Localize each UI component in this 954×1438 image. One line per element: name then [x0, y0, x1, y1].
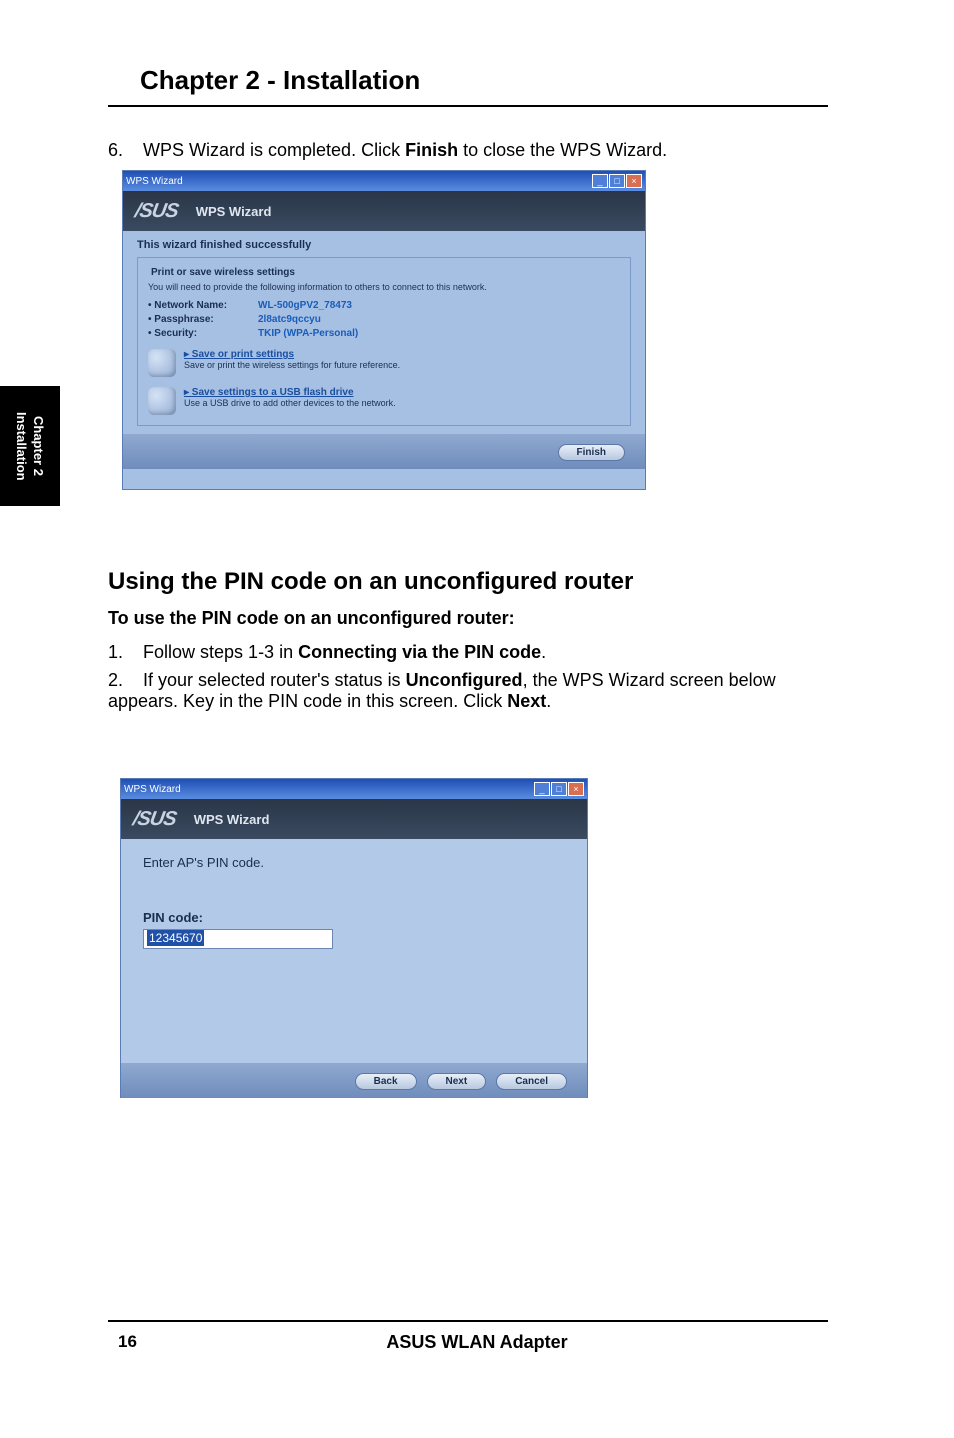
cancel-button[interactable]: Cancel — [496, 1073, 567, 1090]
next-button[interactable]: Next — [427, 1073, 487, 1090]
step-1: 1. Follow steps 1-3 in Connecting via th… — [108, 642, 824, 663]
network-name-value: WL-500gPV2_78473 — [258, 300, 352, 311]
step-1-num: 1. — [108, 642, 138, 663]
step-2-post: . — [546, 691, 551, 711]
step-6-bold: Finish — [405, 140, 458, 160]
pin-code-label: PIN code: — [143, 910, 565, 925]
step-1-pre: Follow steps 1-3 in — [143, 642, 298, 662]
print-icon — [148, 349, 176, 377]
button-row-2: Back Next Cancel — [121, 1063, 587, 1098]
step-6-num: 6. — [108, 140, 138, 161]
passphrase-row: • Passphrase: 2l8atc9qccyu — [148, 314, 620, 325]
window-titlebar-2: WPS Wizard _ □ × — [121, 779, 587, 799]
save-usb-option: ▸ Save settings to a USB flash drive Use… — [148, 387, 620, 415]
step-1-post: . — [541, 642, 546, 662]
window-buttons-2: _ □ × — [534, 782, 584, 796]
step-6: 6. WPS Wizard is completed. Click Finish… — [108, 140, 824, 161]
back-button[interactable]: Back — [355, 1073, 417, 1090]
save-usb-link[interactable]: ▸ Save settings to a USB flash drive — [184, 387, 396, 398]
fieldset-desc: You will need to provide the following i… — [148, 282, 620, 292]
header-subtitle: WPS Wizard — [196, 204, 272, 219]
asus-logo-2: /SUS — [131, 808, 178, 831]
step-2: 2. If your selected router's status is U… — [108, 670, 824, 712]
fieldset-title: Print or save wireless settings — [148, 267, 298, 278]
success-message: This wizard finished successfully — [137, 239, 631, 251]
close-button[interactable]: × — [626, 174, 642, 188]
sub-heading: To use the PIN code on an unconfigured r… — [108, 608, 515, 629]
window-title: WPS Wizard — [126, 176, 183, 187]
window-buttons: _ □ × — [592, 174, 642, 188]
step-2-bold1: Unconfigured — [406, 670, 523, 690]
window-title-2: WPS Wizard — [124, 784, 181, 795]
save-print-desc: Save or print the wireless settings for … — [184, 360, 400, 370]
maximize-button[interactable]: □ — [609, 174, 625, 188]
window-titlebar: WPS Wizard _ □ × — [123, 171, 645, 191]
step-2-num: 2. — [108, 670, 138, 691]
security-label: • Security: — [148, 328, 258, 339]
title-divider — [108, 105, 828, 107]
wizard-body: This wizard finished successfully Print … — [123, 231, 645, 434]
wizard-body-2: Enter AP's PIN code. PIN code: 12345670 — [121, 839, 587, 1063]
pin-code-input[interactable]: 12345670 — [143, 929, 333, 949]
footer-divider — [108, 1320, 828, 1322]
step-6-post: to close the WPS Wizard. — [458, 140, 667, 160]
save-print-link[interactable]: ▸ Save or print settings — [184, 349, 400, 360]
asus-header: /SUS WPS Wizard — [123, 191, 645, 231]
enter-pin-label: Enter AP's PIN code. — [143, 855, 565, 870]
passphrase-label: • Passphrase: — [148, 314, 258, 325]
save-usb-desc: Use a USB drive to add other devices to … — [184, 398, 396, 408]
security-row: • Security: TKIP (WPA-Personal) — [148, 328, 620, 339]
chapter-title: Chapter 2 - Installation — [140, 65, 420, 96]
side-tab: Installation Chapter 2 — [0, 386, 60, 506]
step-2-bold2: Next — [507, 691, 546, 711]
asus-header-2: /SUS WPS Wizard — [121, 799, 587, 839]
step-2-pre: If your selected router's status is — [143, 670, 406, 690]
security-value: TKIP (WPA-Personal) — [258, 328, 358, 339]
passphrase-value: 2l8atc9qccyu — [258, 314, 321, 325]
step-1-bold: Connecting via the PIN code — [298, 642, 541, 662]
save-print-option: ▸ Save or print settings Save or print t… — [148, 349, 620, 377]
side-tab-line1: Chapter 2 — [31, 416, 46, 476]
side-tab-line2: Installation — [14, 412, 29, 481]
step-6-pre: WPS Wizard is completed. Click — [143, 140, 405, 160]
maximize-button-2[interactable]: □ — [551, 782, 567, 796]
asus-logo: /SUS — [133, 200, 180, 223]
wps-pin-screenshot: WPS Wizard _ □ × /SUS WPS Wizard Enter A… — [120, 778, 588, 1098]
wps-finished-screenshot: WPS Wizard _ □ × /SUS WPS Wizard This wi… — [122, 170, 646, 490]
section-heading: Using the PIN code on an unconfigured ro… — [108, 568, 633, 596]
network-name-label: • Network Name: — [148, 300, 258, 311]
pin-code-value: 12345670 — [147, 930, 204, 946]
usb-icon — [148, 387, 176, 415]
minimize-button-2[interactable]: _ — [534, 782, 550, 796]
close-button-2[interactable]: × — [568, 782, 584, 796]
finish-button[interactable]: Finish — [558, 444, 625, 461]
header-subtitle-2: WPS Wizard — [194, 812, 270, 827]
button-row: Finish — [123, 434, 645, 469]
settings-fieldset: Print or save wireless settings You will… — [137, 257, 631, 426]
minimize-button[interactable]: _ — [592, 174, 608, 188]
footer-text: ASUS WLAN Adapter — [0, 1332, 954, 1353]
network-name-row: • Network Name: WL-500gPV2_78473 — [148, 300, 620, 311]
